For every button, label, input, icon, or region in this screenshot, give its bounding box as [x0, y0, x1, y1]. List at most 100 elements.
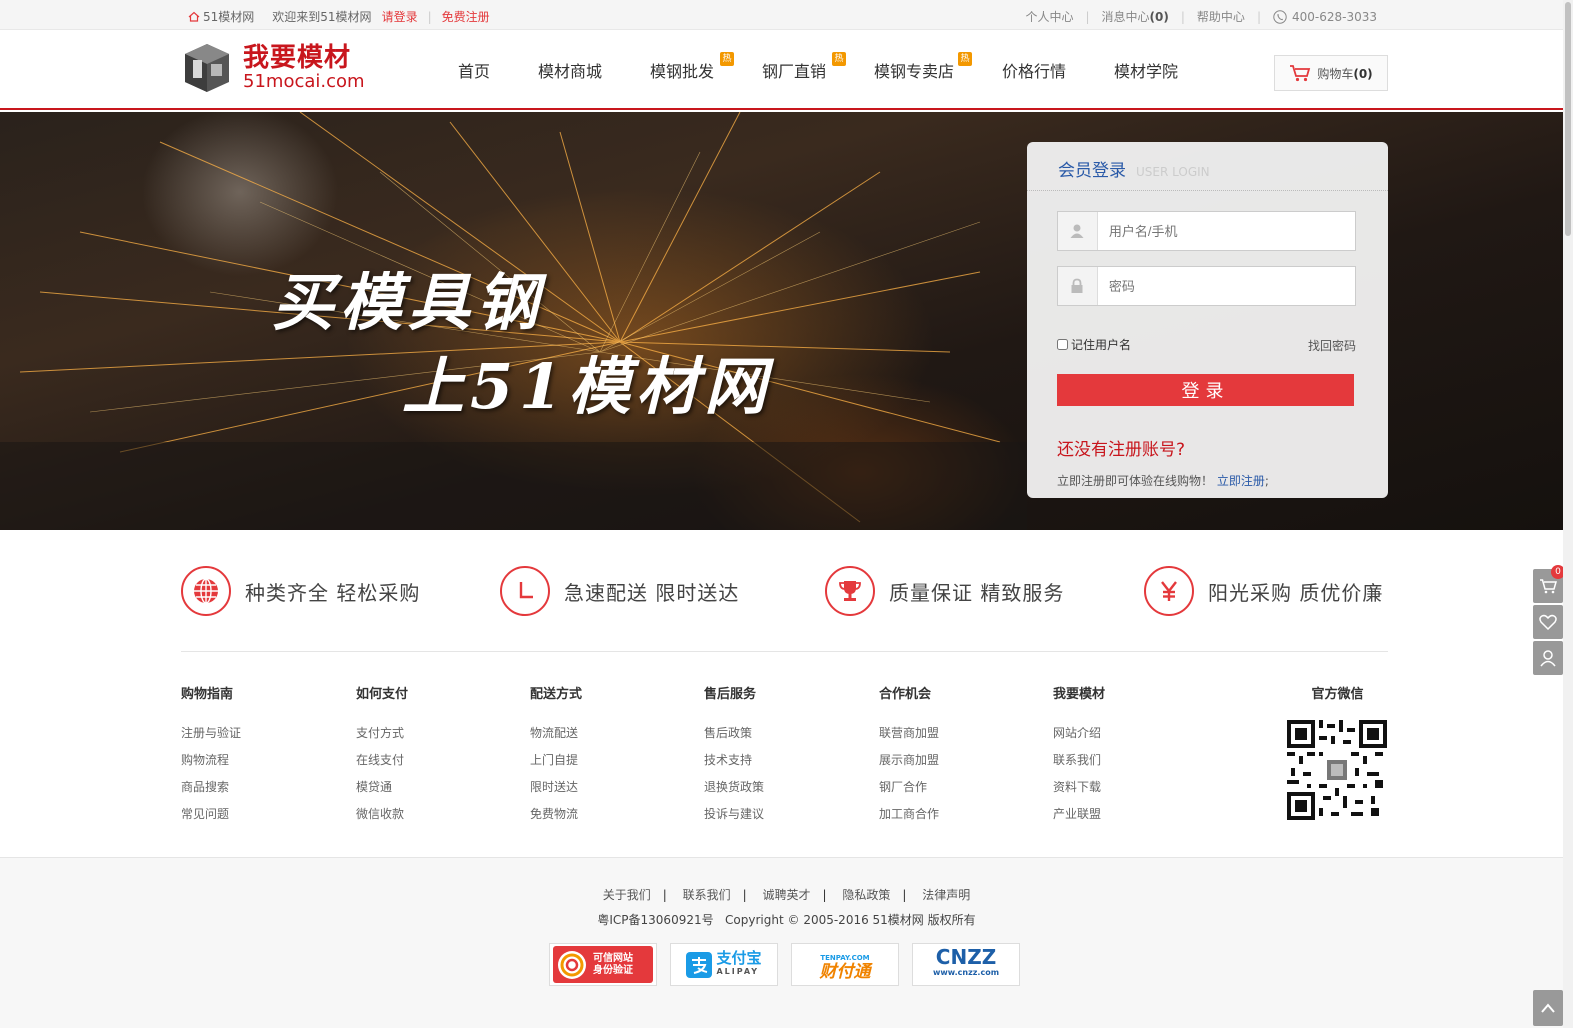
login-button[interactable]: 登录 — [1057, 374, 1354, 406]
footer-link[interactable]: 投诉与建议 — [704, 801, 764, 828]
footer-link[interactable]: 物流配送 — [530, 720, 582, 747]
nav-item-specialty-store[interactable]: 模钢专卖店热 — [874, 52, 1002, 82]
cart-icon — [1290, 65, 1311, 82]
footer-link[interactable]: 产业联盟 — [1053, 801, 1105, 828]
feature-text: 种类齐全 轻松采购 — [245, 580, 421, 605]
password-field[interactable] — [1057, 266, 1356, 306]
alipay-badge[interactable]: 支付宝 ALIPAY — [670, 943, 778, 986]
password-input[interactable] — [1097, 267, 1355, 305]
legal-notice-link[interactable]: 法律声明 — [922, 888, 970, 902]
chevron-up-icon — [1541, 1003, 1555, 1013]
page-scrollbar[interactable] — [1563, 0, 1573, 1028]
footer-link[interactable]: 支付方式 — [356, 720, 408, 747]
phone-text: 400-628-3033 — [1291, 9, 1377, 24]
footer-link[interactable]: 技术支持 — [704, 747, 764, 774]
trusted-site-icon — [558, 950, 586, 979]
login-title-text: 会员登录 — [1058, 161, 1126, 181]
message-center-link[interactable]: 消息中心(0) — [1102, 8, 1169, 25]
home-icon — [188, 11, 200, 22]
footer-link[interactable]: 在线支付 — [356, 747, 408, 774]
divider — [181, 651, 1388, 652]
login-link[interactable]: 请登录 — [382, 8, 418, 25]
privacy-policy-link[interactable]: 隐私政策 — [842, 888, 890, 902]
footer-link[interactable]: 模贷通 — [356, 774, 408, 801]
side-favorites-button[interactable] — [1533, 605, 1563, 639]
footer-nav: 关于我们 | 联系我们 | 诚聘英才 | 隐私政策 | 法律声明 — [0, 886, 1573, 903]
remember-label: 记住用户名 — [1071, 338, 1132, 352]
trophy-icon — [825, 566, 875, 616]
logo-cube-icon — [185, 44, 229, 92]
footer-col-cooperation: 合作机会 联营商加盟 展示商加盟 钢厂合作 加工商合作 — [879, 683, 939, 828]
register-tip: 立即注册即可体验在线购物！ 立即注册; — [1057, 474, 1269, 488]
footer-link[interactable]: 联系我们 — [1053, 747, 1105, 774]
footer-link[interactable]: 展示商加盟 — [879, 747, 939, 774]
nav-item-mall[interactable]: 模材商城 — [538, 58, 650, 82]
register-now-link[interactable]: 立即注册 — [1217, 474, 1265, 488]
lock-icon — [1058, 267, 1098, 305]
footer-link[interactable]: 加工商合作 — [879, 801, 939, 828]
footer-col-title: 配送方式 — [530, 687, 583, 702]
footer-link[interactable]: 免费物流 — [530, 801, 582, 828]
scrollbar-thumb[interactable] — [1565, 2, 1571, 236]
footer-link[interactable]: 资料下载 — [1053, 774, 1105, 801]
forgot-password-link[interactable]: 找回密码 — [1308, 337, 1356, 354]
badge-text: CNZZ — [935, 944, 997, 969]
footer-link[interactable]: 注册与验证 — [181, 720, 241, 747]
nav-item-academy[interactable]: 模材学院 — [1114, 58, 1194, 82]
welcome-text: 欢迎来到51模材网 — [272, 10, 372, 24]
trusted-site-badge[interactable]: 可信网站 身份验证 — [549, 943, 657, 986]
help-center-link[interactable]: 帮助中心 — [1197, 8, 1245, 25]
slogan-line-1: 买模具钢 — [272, 266, 545, 339]
nav-item-wholesale[interactable]: 模钢批发热 — [650, 52, 762, 82]
remember-username[interactable]: 记住用户名 — [1057, 336, 1131, 353]
footer-link[interactable]: 上门自提 — [530, 747, 582, 774]
side-user-button[interactable] — [1533, 641, 1563, 675]
user-center-link[interactable]: 个人中心 — [1025, 8, 1073, 25]
nav-item-home[interactable]: 首页 — [458, 58, 538, 82]
side-cart-button[interactable]: 0 — [1533, 565, 1565, 603]
cart-button[interactable]: 购物车(0) — [1274, 55, 1388, 91]
footer-col-about: 我要模材 网站介绍 联系我们 资料下载 产业联盟 — [1053, 683, 1105, 828]
feature-strip: 种类齐全 轻松采购 急速配送 限时送达 质量保证 精致服务 阳光采购 质优价廉 — [181, 566, 1388, 618]
divider: | — [902, 888, 907, 902]
wechat-qr-code — [1287, 720, 1387, 820]
divider: | — [742, 888, 747, 902]
username-input[interactable] — [1097, 212, 1355, 250]
slogan-line-2: 上51模材网 — [402, 350, 773, 423]
footer-link[interactable]: 限时送达 — [530, 774, 582, 801]
site-logo[interactable]: 我要模材 51mocai.com — [181, 42, 365, 94]
nav-item-price-trends[interactable]: 价格行情 — [1002, 58, 1114, 82]
phone-icon — [1273, 9, 1287, 24]
footer-link[interactable]: 售后政策 — [704, 720, 764, 747]
username-field[interactable] — [1057, 211, 1356, 251]
remember-checkbox[interactable] — [1057, 339, 1068, 350]
nav-item-factory-direct[interactable]: 钢厂直销热 — [762, 52, 874, 82]
footer-link[interactable]: 微信收款 — [356, 801, 408, 828]
hot-badge: 热 — [720, 52, 734, 66]
footer-link[interactable]: 退换货政策 — [704, 774, 764, 801]
feature-text: 急速配送 限时送达 — [564, 580, 740, 605]
footer-link[interactable]: 钢厂合作 — [879, 774, 939, 801]
tenpay-badge[interactable]: TENPAY.COM 财付通 — [791, 943, 899, 986]
back-to-top-button[interactable] — [1533, 990, 1563, 1026]
footer-link[interactable]: 网站介绍 — [1053, 720, 1105, 747]
footer-col-delivery: 配送方式 物流配送 上门自提 限时送达 免费物流 — [530, 683, 582, 828]
cnzz-badge[interactable]: CNZZ www.cnzz.com — [912, 943, 1020, 986]
contact-us-link[interactable]: 联系我们 — [683, 888, 731, 902]
divider: | — [662, 888, 667, 902]
page-footer: 关于我们 | 联系我们 | 诚聘英才 | 隐私政策 | 法律声明 粤ICP备130609… — [0, 857, 1563, 1028]
footer-col-title: 售后服务 — [704, 687, 757, 702]
footer-link[interactable]: 常见问题 — [181, 801, 241, 828]
register-link[interactable]: 免费注册 — [442, 8, 490, 25]
careers-link[interactable]: 诚聘英才 — [762, 888, 810, 902]
footer-col-after-sales: 售后服务 售后政策 技术支持 退换货政策 投诉与建议 — [704, 683, 764, 828]
logo-domain: 51mocai.com — [243, 71, 365, 92]
heart-icon — [1539, 614, 1557, 630]
footer-link[interactable]: 商品搜索 — [181, 774, 241, 801]
footer-link[interactable]: 联营商加盟 — [879, 720, 939, 747]
badge-subtext: www.cnzz.com — [932, 967, 1000, 977]
logo-text: 我要模材 — [243, 43, 352, 73]
about-us-link[interactable]: 关于我们 — [603, 888, 651, 902]
footer-link[interactable]: 购物流程 — [181, 747, 241, 774]
home-link[interactable]: 51模材网 — [188, 8, 254, 25]
